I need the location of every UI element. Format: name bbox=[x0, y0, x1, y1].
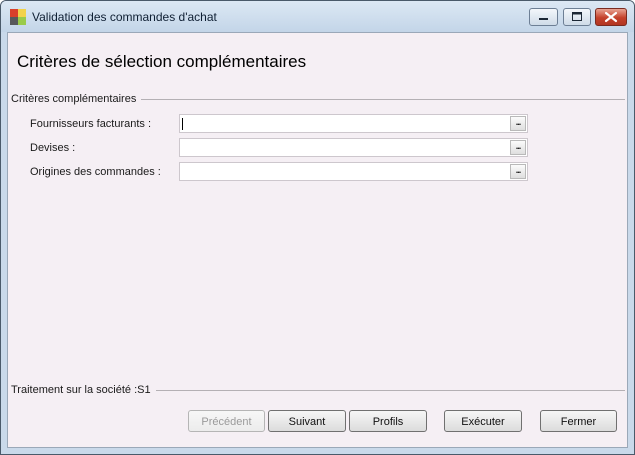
criteria-group-label: Critères complémentaires bbox=[11, 93, 141, 105]
text-caret bbox=[182, 118, 183, 130]
wizard-panel: Critères de sélection complémentaires Cr… bbox=[7, 32, 628, 448]
maximize-button[interactable] bbox=[563, 8, 591, 26]
company-label: Traitement sur la société :S1 bbox=[11, 384, 155, 396]
title-bar[interactable]: Validation des commandes d'achat bbox=[1, 1, 634, 32]
execute-button[interactable]: Exécuter bbox=[444, 410, 522, 432]
profiles-button[interactable]: Profils bbox=[349, 410, 427, 432]
minimize-icon bbox=[539, 18, 548, 20]
currencies-input[interactable] bbox=[179, 138, 528, 157]
invoicing-suppliers-browse-button[interactable]: ... bbox=[510, 116, 526, 131]
currencies-browse-button[interactable]: ... bbox=[510, 140, 526, 155]
app-window: Validation des commandes d'achat Critère… bbox=[0, 0, 635, 455]
order-origins-input[interactable] bbox=[179, 162, 528, 181]
close-button[interactable]: Fermer bbox=[540, 410, 617, 432]
window-title: Validation des commandes d'achat bbox=[32, 10, 217, 24]
field-label-order-origins: Origines des commandes : bbox=[30, 166, 161, 178]
close-window-button[interactable] bbox=[595, 8, 627, 26]
field-label-currencies: Devises : bbox=[30, 142, 76, 154]
invoicing-suppliers-input[interactable] bbox=[179, 114, 528, 133]
previous-button[interactable]: Précédent bbox=[188, 410, 265, 432]
app-icon bbox=[10, 9, 26, 25]
next-button[interactable]: Suivant bbox=[268, 410, 346, 432]
page-title: Critères de sélection complémentaires bbox=[17, 52, 307, 71]
field-label-invoicing-suppliers: Fournisseurs facturants : bbox=[30, 118, 152, 130]
criteria-group-divider bbox=[141, 99, 625, 100]
order-origins-browse-button[interactable]: ... bbox=[510, 164, 526, 179]
maximize-icon bbox=[572, 12, 582, 21]
footer-divider bbox=[156, 390, 625, 391]
minimize-button[interactable] bbox=[529, 8, 558, 26]
close-icon bbox=[604, 11, 618, 23]
